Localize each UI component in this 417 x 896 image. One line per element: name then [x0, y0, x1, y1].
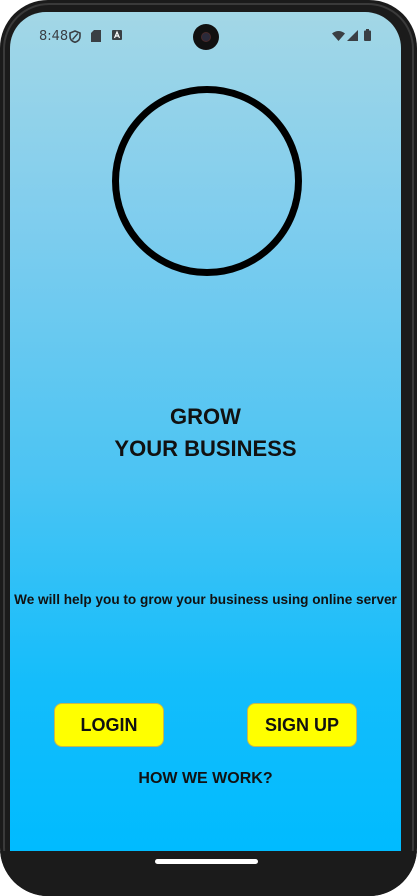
- wifi-icon: [332, 31, 345, 41]
- signup-button[interactable]: SIGN UP: [247, 703, 357, 747]
- phone-frame: 8:48 GROW YOUR BUSINESS We will help you…: [0, 0, 417, 896]
- front-camera: [193, 24, 219, 50]
- notification-a-icon: [112, 30, 122, 40]
- sd-card-icon: [91, 30, 101, 42]
- status-bar: 8:48: [10, 12, 401, 60]
- how-we-work-link[interactable]: HOW WE WORK?: [10, 770, 401, 788]
- home-indicator[interactable]: [155, 859, 258, 864]
- login-button[interactable]: LOGIN: [54, 703, 164, 747]
- cell-signal-icon: [347, 30, 358, 41]
- battery-icon: [364, 29, 371, 41]
- system-nav-bar: [0, 851, 417, 896]
- logo-placeholder-circle: [112, 86, 302, 276]
- headline-line-2: YOUR BUSINESS: [114, 436, 297, 461]
- vpn-shield-icon: [69, 30, 81, 43]
- status-time: 8:48: [39, 29, 69, 44]
- tagline-text: We will help you to grow your business u…: [14, 592, 397, 607]
- app-screen: 8:48 GROW YOUR BUSINESS We will help you…: [10, 12, 401, 851]
- headline-line-1: GROW: [170, 404, 241, 429]
